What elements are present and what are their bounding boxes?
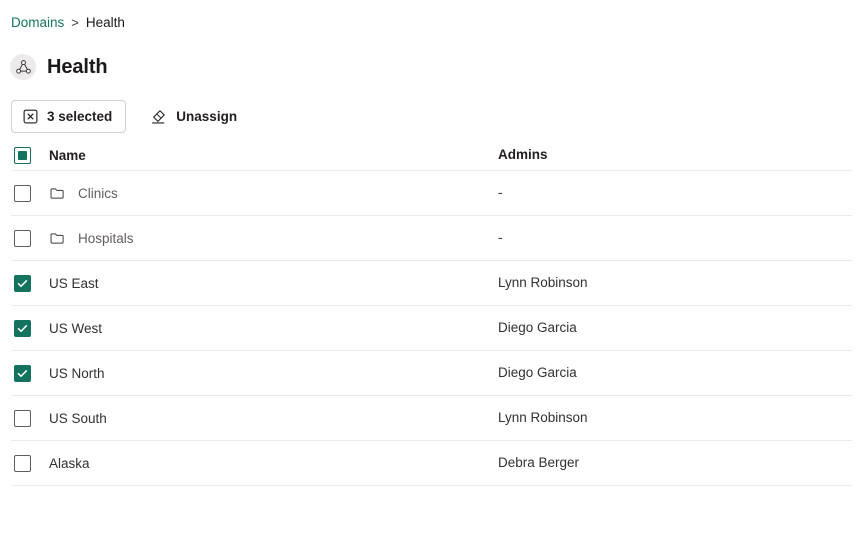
table-row[interactable]: Clinics - (11, 171, 852, 216)
row-admins-cell: Diego Garcia (498, 364, 852, 382)
selected-count-label: 3 selected (47, 109, 112, 124)
page-title-row: Health (10, 52, 108, 82)
domains-table: Name Admins Clinics - Hospitals - US East Lyn… (11, 140, 852, 486)
row-name-label: Alaska (49, 456, 90, 471)
command-bar: 3 selected Unassign (11, 100, 246, 133)
row-select-cell[interactable] (11, 365, 45, 382)
table-row[interactable]: US West Diego Garcia (11, 306, 852, 351)
breadcrumb: Domains > Health (11, 13, 125, 33)
unassign-label: Unassign (176, 109, 237, 124)
row-admins-label: Diego Garcia (498, 320, 577, 335)
table-row[interactable]: US South Lynn Robinson (11, 396, 852, 441)
row-select-cell[interactable] (11, 275, 45, 292)
folder-icon (49, 230, 66, 247)
select-all-cell[interactable] (11, 147, 45, 164)
row-checkbox[interactable] (14, 455, 31, 472)
row-name-cell: Hospitals (45, 230, 498, 247)
row-name-label: US North (49, 366, 105, 381)
breadcrumb-item-health[interactable]: Health (86, 13, 125, 33)
folder-icon (49, 185, 66, 202)
row-admins-cell: Debra Berger (498, 454, 852, 472)
row-checkbox[interactable] (14, 410, 31, 427)
row-admins-cell: Diego Garcia (498, 319, 852, 337)
table-row[interactable]: Hospitals - (11, 216, 852, 261)
row-select-cell[interactable] (11, 410, 45, 427)
table-header-row: Name Admins (11, 140, 852, 171)
table-row[interactable]: US North Diego Garcia (11, 351, 852, 396)
row-admins-label: - (498, 185, 503, 200)
row-admins-label: Lynn Robinson (498, 275, 588, 290)
row-checkbox[interactable] (14, 275, 31, 292)
column-header-admins-label: Admins (498, 147, 548, 162)
column-header-admins[interactable]: Admins (498, 146, 852, 164)
row-admins-cell: Lynn Robinson (498, 274, 852, 292)
column-header-name[interactable]: Name (45, 148, 498, 163)
table-row[interactable]: US East Lynn Robinson (11, 261, 852, 306)
breadcrumb-item-domains[interactable]: Domains (11, 13, 64, 33)
unassign-button[interactable]: Unassign (140, 100, 246, 133)
column-header-name-label: Name (49, 148, 86, 163)
row-name-cell: US East (45, 276, 498, 291)
row-checkbox[interactable] (14, 365, 31, 382)
row-checkbox[interactable] (14, 320, 31, 337)
eraser-icon (149, 108, 167, 126)
row-select-cell[interactable] (11, 455, 45, 472)
row-name-label: US West (49, 321, 102, 336)
page-title: Health (47, 56, 108, 79)
row-checkbox[interactable] (14, 230, 31, 247)
row-admins-cell: Lynn Robinson (498, 409, 852, 427)
row-admins-cell: - (498, 184, 852, 202)
x-in-square-icon (23, 109, 38, 124)
row-select-cell[interactable] (11, 320, 45, 337)
row-name-cell: US South (45, 411, 498, 426)
row-name-cell: US North (45, 366, 498, 381)
table-row[interactable]: Alaska Debra Berger (11, 441, 852, 486)
row-select-cell[interactable] (11, 185, 45, 202)
indeterminate-mark (18, 151, 27, 160)
row-admins-label: Lynn Robinson (498, 410, 588, 425)
row-admins-label: Diego Garcia (498, 365, 577, 380)
row-admins-cell: - (498, 229, 852, 247)
row-admins-label: - (498, 230, 503, 245)
domain-network-icon (10, 54, 36, 80)
row-name-cell: Clinics (45, 185, 498, 202)
row-name-label: US South (49, 411, 107, 426)
row-name-cell: US West (45, 321, 498, 336)
row-checkbox[interactable] (14, 185, 31, 202)
table-body: Clinics-Hospitals-US EastLynn RobinsonUS… (11, 171, 852, 486)
row-name-label: Clinics (78, 186, 118, 201)
row-name-label: Hospitals (78, 231, 134, 246)
row-name-label: US East (49, 276, 99, 291)
breadcrumb-separator: > (71, 13, 79, 33)
select-all-checkbox[interactable] (14, 147, 31, 164)
row-admins-label: Debra Berger (498, 455, 579, 470)
selected-count-button[interactable]: 3 selected (11, 100, 126, 133)
row-select-cell[interactable] (11, 230, 45, 247)
row-name-cell: Alaska (45, 456, 498, 471)
domain-detail-page: Domains > Health Health 3 selected (0, 0, 863, 541)
